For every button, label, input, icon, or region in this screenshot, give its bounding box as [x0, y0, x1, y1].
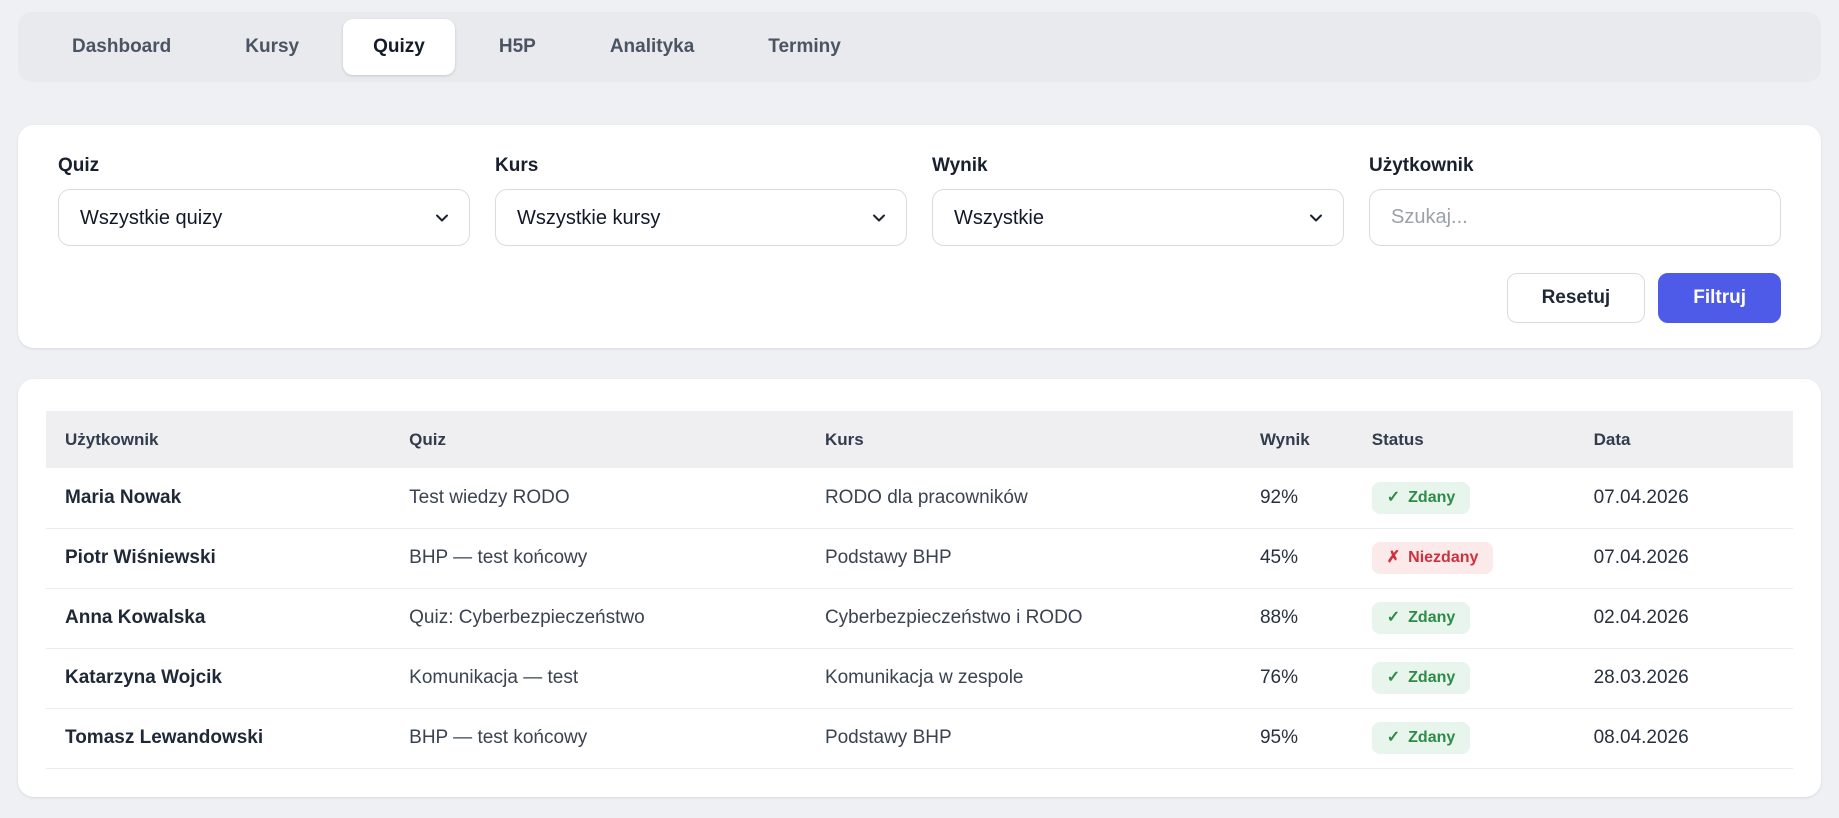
- cell-quiz: Test wiedzy RODO: [390, 468, 806, 529]
- table-row: Tomasz Lewandowski BHP — test końcowy Po…: [46, 708, 1793, 769]
- tab-dashboard[interactable]: Dashboard: [42, 19, 201, 75]
- status-label: Zdany: [1408, 609, 1456, 626]
- cell-quiz: Quiz: Cyberbezpieczeństwo: [390, 588, 806, 649]
- cell-user: Anna Kowalska: [46, 588, 391, 649]
- status-label: Zdany: [1408, 488, 1456, 506]
- user-search-label: Użytkownik: [1369, 155, 1474, 176]
- cell-user: Katarzyna Wojcik: [46, 648, 391, 709]
- cell-quiz: BHP — test końcowy: [390, 708, 806, 769]
- status-label: Zdany: [1408, 729, 1456, 746]
- status-badge: ✓ Zdany: [1371, 662, 1471, 694]
- quiz-results-table: Użytkownik Quiz Kurs Wynik Status Data M…: [46, 411, 1793, 769]
- kurs-filter-field: Kurs Wszystkie kursy: [495, 155, 907, 246]
- column-header-quiz: Quiz: [390, 411, 806, 468]
- cell-status: ✓ Zdany: [1352, 708, 1575, 769]
- cell-data: 08.04.2026: [1574, 708, 1793, 769]
- column-header-wynik: Wynik: [1240, 411, 1353, 468]
- cell-data: 07.04.2026: [1574, 468, 1793, 529]
- table-row: Katarzyna Wojcik Komunikacja — test Komu…: [46, 648, 1793, 709]
- cell-wynik: 88%: [1240, 588, 1353, 649]
- tab-kursy[interactable]: Kursy: [215, 19, 329, 75]
- user-search-field: Użytkownik: [1369, 155, 1781, 246]
- cell-user: Tomasz Lewandowski: [46, 708, 391, 769]
- filter-panel: Quiz Wszystkie quizy Kurs Wszystkie kurs…: [18, 125, 1821, 348]
- cell-user: Piotr Wiśniewski: [46, 528, 391, 589]
- status-badge: ✓ Zdany: [1371, 602, 1471, 634]
- check-icon: ✓: [1386, 729, 1401, 746]
- cell-kurs: Podstawy BHP: [805, 528, 1241, 589]
- filter-button[interactable]: Filtruj: [1658, 273, 1781, 323]
- cell-wynik: 45%: [1240, 528, 1353, 589]
- check-icon: ✓: [1386, 669, 1401, 686]
- tab-h5p[interactable]: H5P: [469, 19, 566, 75]
- wynik-filter-select[interactable]: Wszystkie: [932, 189, 1344, 246]
- cell-kurs: RODO dla pracowników: [805, 468, 1241, 529]
- column-header-kurs: Kurs: [805, 411, 1241, 468]
- table-header-row: Użytkownik Quiz Kurs Wynik Status Data: [46, 411, 1793, 468]
- cell-status: ✓ Zdany: [1352, 468, 1575, 529]
- cell-data: 07.04.2026: [1574, 528, 1793, 589]
- quiz-filter-label: Quiz: [58, 155, 100, 176]
- column-header-status: Status: [1352, 411, 1575, 468]
- quiz-results-card: Użytkownik Quiz Kurs Wynik Status Data M…: [18, 379, 1821, 797]
- quiz-filter-field: Quiz Wszystkie quizy: [58, 155, 470, 246]
- quiz-filter-select[interactable]: Wszystkie quizy: [58, 189, 470, 246]
- check-icon: ✓: [1386, 488, 1401, 506]
- tab-quizy[interactable]: Quizy: [343, 19, 455, 75]
- tab-terminy[interactable]: Terminy: [738, 19, 871, 75]
- cell-kurs: Cyberbezpieczeństwo i RODO: [805, 588, 1241, 649]
- kurs-filter-label: Kurs: [495, 155, 539, 176]
- column-header-uzytkownik: Użytkownik: [46, 411, 391, 468]
- status-label: Zdany: [1408, 669, 1456, 686]
- cell-data: 02.04.2026: [1574, 588, 1793, 649]
- cell-status: ✓ Zdany: [1352, 648, 1575, 709]
- status-badge: ✓ Zdany: [1371, 481, 1471, 514]
- cell-status: ✓ Zdany: [1352, 588, 1575, 649]
- cell-kurs: Podstawy BHP: [805, 708, 1241, 769]
- cell-user: Maria Nowak: [46, 468, 391, 529]
- kurs-filter-select[interactable]: Wszystkie kursy: [495, 189, 907, 246]
- status-badge: ✗ Niezdany: [1371, 542, 1494, 574]
- cell-quiz: BHP — test końcowy: [390, 528, 806, 589]
- table-row: Maria Nowak Test wiedzy RODO RODO dla pr…: [46, 468, 1793, 529]
- table-row: Anna Kowalska Quiz: Cyberbezpieczeństwo …: [46, 588, 1793, 649]
- cell-wynik: 76%: [1240, 648, 1353, 709]
- cell-kurs: Komunikacja w zespole: [805, 648, 1241, 709]
- cell-status: ✗ Niezdany: [1352, 528, 1575, 589]
- tab-analityka[interactable]: Analityka: [580, 19, 724, 75]
- wynik-filter-label: Wynik: [932, 155, 988, 176]
- cell-wynik: 92%: [1240, 468, 1353, 529]
- cell-wynik: 95%: [1240, 708, 1353, 769]
- user-search-input[interactable]: [1369, 189, 1781, 246]
- top-navigation: Dashboard Kursy Quizy H5P Analityka Term…: [18, 12, 1821, 82]
- reset-button[interactable]: Resetuj: [1506, 273, 1646, 323]
- filter-grid: Quiz Wszystkie quizy Kurs Wszystkie kurs…: [58, 155, 1781, 246]
- wynik-filter-field: Wynik Wszystkie: [932, 155, 1344, 246]
- table-row: Piotr Wiśniewski BHP — test końcowy Pods…: [46, 528, 1793, 589]
- status-label: Niezdany: [1408, 549, 1479, 566]
- filter-actions: Resetuj Filtruj: [58, 273, 1781, 323]
- check-icon: ✓: [1386, 609, 1401, 626]
- status-badge: ✓ Zdany: [1371, 722, 1471, 754]
- cell-data: 28.03.2026: [1574, 648, 1793, 709]
- cell-quiz: Komunikacja — test: [390, 648, 806, 709]
- x-icon: ✗: [1386, 549, 1401, 566]
- column-header-data: Data: [1574, 411, 1793, 468]
